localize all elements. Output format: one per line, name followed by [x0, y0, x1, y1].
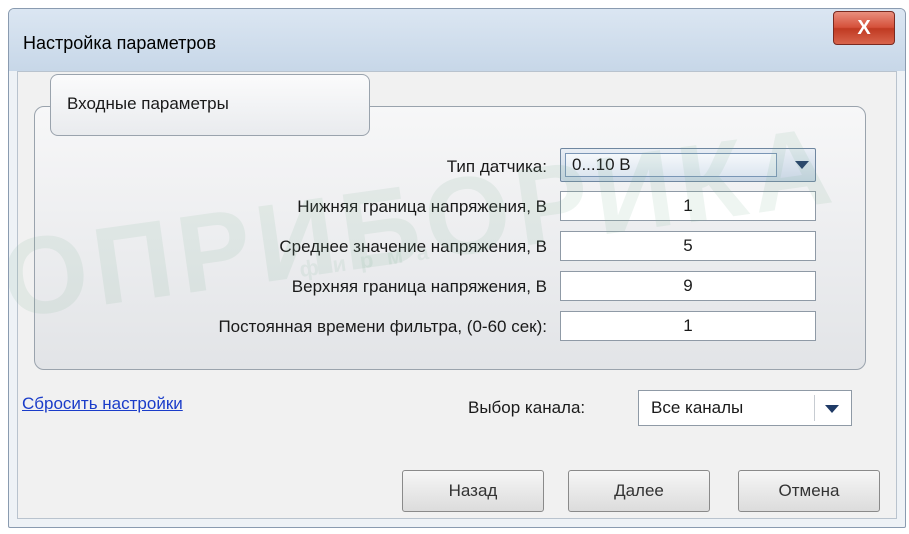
low-voltage-label: Нижняя граница напряжения, В	[297, 197, 547, 216]
dialog-title: Настройка параметров	[23, 33, 217, 53]
high-voltage-input[interactable]: 9	[560, 271, 816, 301]
cancel-button[interactable]: Отмена	[738, 470, 880, 512]
group-title-tab: Входные параметры	[50, 74, 370, 136]
filter-time-row: Постоянная времени фильтра, (0-60 сек): …	[35, 311, 867, 345]
input-parameters-group: Тип датчика: 0...10 В Нижняя граница нап…	[34, 106, 866, 370]
high-voltage-row: Верхняя граница напряжения, В 9	[35, 271, 867, 305]
filter-time-input[interactable]: 1	[560, 311, 816, 341]
low-voltage-input[interactable]: 1	[560, 191, 816, 221]
mid-voltage-input[interactable]: 5	[560, 231, 816, 261]
back-button[interactable]: Назад	[402, 470, 544, 512]
chevron-down-icon	[795, 161, 809, 169]
sensor-type-dropdown[interactable]: 0...10 В	[560, 148, 816, 182]
dialog-body: Тип датчика: 0...10 В Нижняя граница нап…	[17, 71, 897, 519]
chevron-down-icon	[825, 405, 839, 413]
mid-voltage-row: Среднее значение напряжения, В 5	[35, 231, 867, 265]
settings-dialog: Настройка параметров X Тип датчика: 0...…	[8, 8, 906, 528]
channel-select-dropdown[interactable]: Все каналы	[638, 390, 852, 426]
high-voltage-label: Верхняя граница напряжения, В	[291, 277, 547, 296]
sensor-type-label: Тип датчика:	[446, 157, 547, 176]
sensor-type-value: 0...10 В	[565, 153, 777, 177]
title-bar: Настройка параметров X	[9, 9, 905, 71]
filter-time-label: Постоянная времени фильтра, (0-60 сек):	[218, 317, 547, 336]
channel-select-label: Выбор канала:	[468, 398, 586, 417]
reset-settings-link[interactable]: Сбросить настройки	[22, 394, 183, 414]
close-button[interactable]: X	[833, 11, 895, 45]
dropdown-separator	[814, 395, 815, 421]
next-button[interactable]: Далее	[568, 470, 710, 512]
sensor-type-row: Тип датчика: 0...10 В	[35, 148, 867, 185]
mid-voltage-label: Среднее значение напряжения, В	[279, 237, 547, 256]
channel-select-value: Все каналы	[651, 398, 744, 417]
low-voltage-row: Нижняя граница напряжения, В 1	[35, 191, 867, 225]
